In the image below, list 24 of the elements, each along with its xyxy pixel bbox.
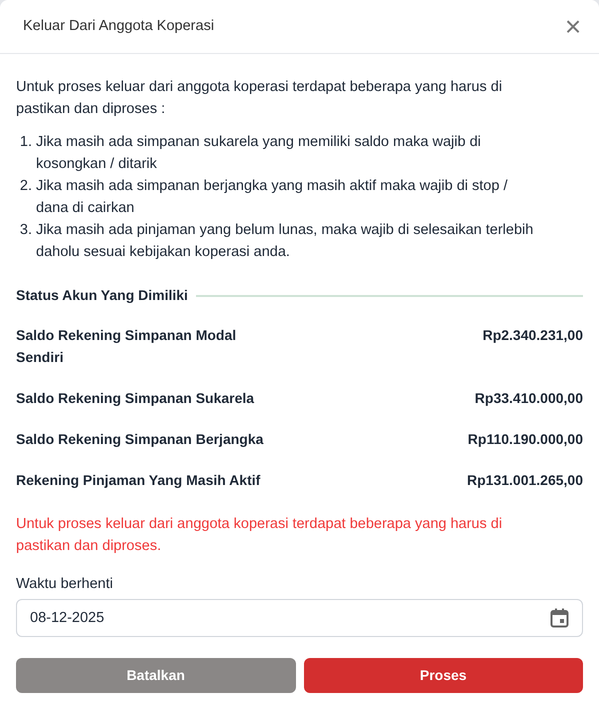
- calendar-icon[interactable]: [550, 608, 569, 628]
- account-label: Saldo Rekening Simpanan Berjangka: [16, 430, 264, 449]
- account-label: Saldo Rekening Simpanan Modal Sendiri: [16, 326, 238, 367]
- intro-text: Untuk proses keluar dari anggota koperasi terdapat beberapa yang harus di pastikan dan diproses :: [16, 78, 504, 119]
- account-label: Rekening Pinjaman Yang Masih Aktif: [16, 471, 262, 490]
- list-item-text: Jika masih ada simpanan sukarela yang memiliki saldo maka wajib di kosongkan / ditarik: [36, 133, 482, 174]
- list-number: 2.: [18, 177, 33, 196]
- warning-text: Untuk proses keluar dari anggota koperasi terdapat beberapa yang harus di pastikan dan diproses.: [16, 515, 504, 556]
- submit-button[interactable]: Proses: [304, 658, 583, 693]
- dialog-title: Keluar Dari Anggota Koperasi: [23, 16, 214, 36]
- section-title: Status Akun Yang Dimiliki: [16, 286, 188, 305]
- account-amount: Rp2.340.231,00: [482, 326, 583, 345]
- list-item-text: Jika masih ada pinjaman yang belum lunas, maka wajib di selesaikan terlebih daholu sesuai kebijakan koperasi anda.: [36, 221, 534, 262]
- account-amount: Rp131.001.265,00: [467, 471, 583, 490]
- list-number: 3.: [18, 221, 33, 240]
- cancel-button[interactable]: Batalkan: [16, 658, 296, 693]
- list-item-text: Jika masih ada simpanan berjangka yang masih aktif maka wajib di stop / dana di cairkan: [36, 177, 508, 218]
- account-amount: Rp33.410.000,00: [474, 389, 583, 408]
- field-label: Waktu berhenti: [16, 575, 114, 594]
- list-number: 1.: [18, 133, 33, 152]
- date-field[interactable]: 08-12-2025: [16, 598, 583, 637]
- account-amount: Rp110.190.000,00: [468, 430, 583, 449]
- close-button[interactable]: ×: [563, 12, 583, 40]
- account-label: Saldo Rekening Simpanan Sukarela: [16, 389, 256, 408]
